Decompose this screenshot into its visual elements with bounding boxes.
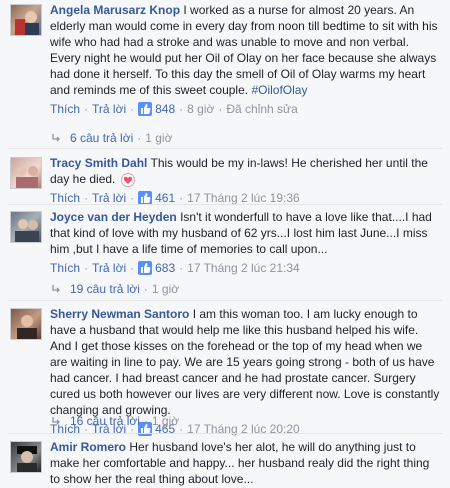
reply-arrow-icon — [52, 134, 60, 142]
avatar-photo — [17, 446, 37, 472]
thumbs-up-icon — [138, 102, 153, 116]
avatar[interactable] — [10, 157, 42, 189]
replies-time: 1 giờ — [145, 131, 173, 145]
comment-time[interactable]: 17 Tháng 2 lúc 20:20 — [187, 420, 300, 438]
reply-link[interactable]: Trả lời — [92, 259, 126, 277]
divider — [8, 148, 442, 149]
comment-time[interactable]: 17 Tháng 2 lúc 21:34 — [187, 259, 300, 277]
replies-count[interactable]: 6 câu trả lời — [70, 129, 133, 147]
thumbs-up-icon — [138, 261, 153, 275]
comment-author[interactable]: Amir Romero — [50, 440, 126, 454]
avatar-photo — [17, 315, 37, 339]
divider — [8, 433, 442, 434]
comment-feed: Angela Marusarz Knop I worked as a nurse… — [0, 0, 450, 488]
comment-item: Joyce van der Heyden Isn't it wonderfull… — [0, 209, 450, 279]
avatar[interactable] — [10, 4, 42, 36]
replies-count[interactable]: 19 câu trả lời — [70, 280, 140, 298]
avatar-photo — [15, 11, 39, 35]
comment-actions: Thích · Trả lời · 848 · 8 giờ · Đã chỉnh… — [50, 100, 298, 118]
comment-author[interactable]: Angela Marusarz Knop — [50, 3, 180, 17]
comment-body: Amir Romero Her husband love's her alot,… — [50, 439, 442, 487]
hashtag-link[interactable]: #OilofOlay — [251, 83, 307, 97]
like-count[interactable]: 683 — [155, 259, 175, 277]
comment-author[interactable]: Tracy Smith Dahl — [50, 156, 147, 170]
comment-item: Tracy Smith Dahl This would be my in-law… — [0, 155, 450, 205]
reply-arrow-icon — [52, 285, 60, 293]
comment-text: I am this woman too. I am lucky enough t… — [50, 307, 440, 417]
comment-item: Sherry Newman Santoro I am this woman to… — [0, 306, 450, 436]
avatar[interactable] — [10, 211, 42, 243]
comment-time[interactable]: 8 giờ — [187, 100, 214, 118]
reply-arrow-icon — [52, 417, 60, 425]
view-replies-link[interactable]: 6 câu trả lời · 1 giờ — [50, 129, 172, 147]
comment-actions: Thích · Trả lời · 683 · 17 Tháng 2 lúc 2… — [50, 259, 300, 277]
comment-author[interactable]: Sherry Newman Santoro — [50, 307, 189, 321]
comment-item: Amir Romero Her husband love's her alot,… — [0, 439, 450, 488]
like-link[interactable]: Thích — [50, 100, 80, 118]
avatar-photo — [15, 219, 39, 242]
comment-body: Angela Marusarz Knop I worked as a nurse… — [50, 2, 442, 118]
divider — [8, 204, 442, 205]
view-replies-link[interactable]: 16 câu trả lời · 1 giờ — [50, 412, 179, 430]
avatar-photo — [16, 166, 38, 188]
heart-icon — [120, 172, 135, 187]
replies-count[interactable]: 16 câu trả lời — [70, 412, 140, 430]
comment-text: I worked as a nurse for almost 20 years.… — [50, 3, 438, 97]
comment-body: Tracy Smith Dahl This would be my in-law… — [50, 155, 442, 207]
view-replies-link[interactable]: 19 câu trả lời · 1 giờ — [50, 280, 179, 298]
avatar[interactable] — [10, 308, 42, 340]
comment-body: Joyce van der Heyden Isn't it wonderfull… — [50, 209, 442, 277]
like-link[interactable]: Thích — [50, 259, 80, 277]
comment-item: Angela Marusarz Knop I worked as a nurse… — [0, 2, 450, 138]
comment-text-block: Tracy Smith Dahl This would be my in-law… — [50, 155, 442, 187]
avatar[interactable] — [10, 441, 42, 473]
comment-text-block: Sherry Newman Santoro I am this woman to… — [50, 306, 442, 418]
edited-label[interactable]: Đã chỉnh sửa — [226, 100, 297, 118]
replies-time: 1 giờ — [151, 414, 180, 428]
divider — [8, 300, 442, 301]
replies-time: 1 giờ — [151, 282, 180, 296]
like-count[interactable]: 848 — [155, 100, 175, 118]
comment-text-block: Amir Romero Her husband love's her alot,… — [50, 439, 442, 487]
comment-text-block: Angela Marusarz Knop I worked as a nurse… — [50, 2, 442, 98]
comment-author[interactable]: Joyce van der Heyden — [50, 210, 177, 224]
reply-link[interactable]: Trả lời — [92, 100, 126, 118]
comment-text-block: Joyce van der Heyden Isn't it wonderfull… — [50, 209, 442, 257]
thumbs-up-icon — [138, 191, 153, 205]
